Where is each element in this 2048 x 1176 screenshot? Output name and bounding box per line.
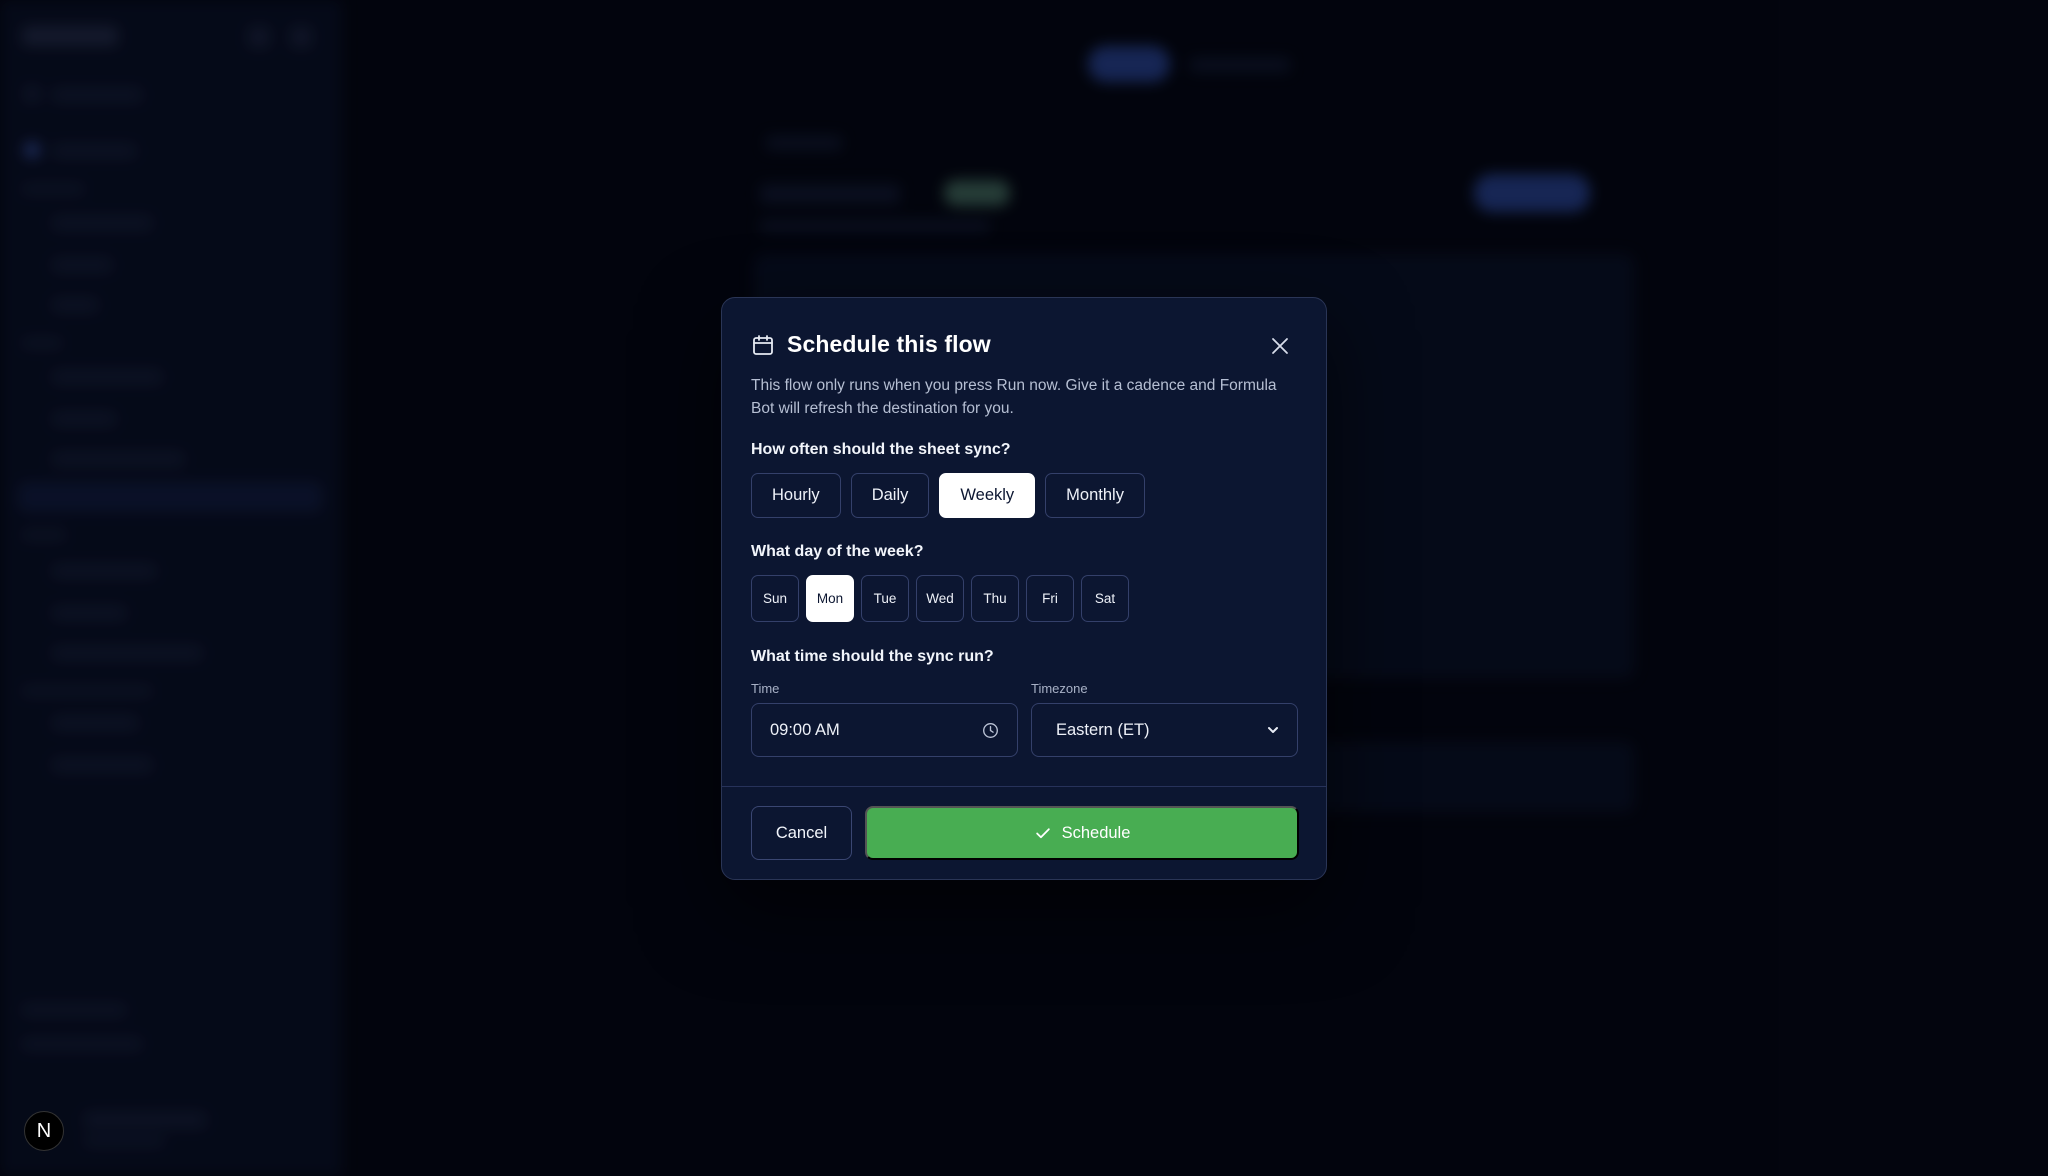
day-thu-button[interactable]: Thu bbox=[971, 575, 1019, 622]
frequency-monthly-button[interactable]: Monthly bbox=[1045, 473, 1145, 518]
modal-description: This flow only runs when you press Run n… bbox=[751, 377, 1277, 417]
day-sat-button[interactable]: Sat bbox=[1081, 575, 1129, 622]
day-sun-button[interactable]: Sun bbox=[751, 575, 799, 622]
time-question: What time should the sync run? bbox=[751, 648, 994, 665]
day-question: What day of the week? bbox=[751, 543, 924, 560]
frequency-daily-button[interactable]: Daily bbox=[850, 473, 930, 518]
timezone-value: Eastern (ET) bbox=[1056, 720, 1150, 739]
timezone-label: Timezone bbox=[1031, 681, 1088, 696]
footer-divider bbox=[722, 786, 1326, 787]
day-tue-button[interactable]: Tue bbox=[861, 575, 909, 622]
frequency-weekly-button[interactable]: Weekly bbox=[939, 473, 1036, 518]
day-fri-button[interactable]: Fri bbox=[1026, 575, 1074, 622]
schedule-modal: Schedule this flow This flow only runs w… bbox=[721, 297, 1327, 880]
modal-header: Schedule this flow bbox=[751, 331, 991, 358]
frequency-question: How often should the sheet sync? bbox=[751, 441, 1011, 458]
modal-title: Schedule this flow bbox=[787, 331, 991, 357]
clock-icon[interactable] bbox=[982, 722, 999, 739]
day-wed-button[interactable]: Wed bbox=[916, 575, 964, 622]
time-input[interactable]: 09:00 AM bbox=[751, 703, 1018, 757]
timezone-select[interactable]: Eastern (ET) bbox=[1031, 703, 1298, 757]
day-mon-button[interactable]: Mon bbox=[806, 575, 854, 622]
schedule-button[interactable]: Schedule bbox=[865, 806, 1299, 860]
frequency-selector: Hourly Daily Weekly Monthly bbox=[751, 473, 1145, 518]
cancel-button[interactable]: Cancel bbox=[751, 806, 852, 860]
check-icon bbox=[1035, 828, 1050, 839]
day-selector: Sun Mon Tue Wed Thu Fri Sat bbox=[751, 575, 1129, 622]
avatar[interactable]: N bbox=[24, 1111, 64, 1151]
chevron-down-icon bbox=[1268, 727, 1278, 733]
time-value: 09:00 AM bbox=[770, 720, 840, 739]
avatar-letter: N bbox=[36, 1119, 52, 1142]
schedule-label: Schedule bbox=[1061, 823, 1131, 842]
close-icon[interactable] bbox=[1270, 336, 1290, 356]
frequency-hourly-button[interactable]: Hourly bbox=[751, 473, 841, 518]
time-label: Time bbox=[751, 681, 780, 696]
calendar-icon bbox=[753, 334, 773, 355]
